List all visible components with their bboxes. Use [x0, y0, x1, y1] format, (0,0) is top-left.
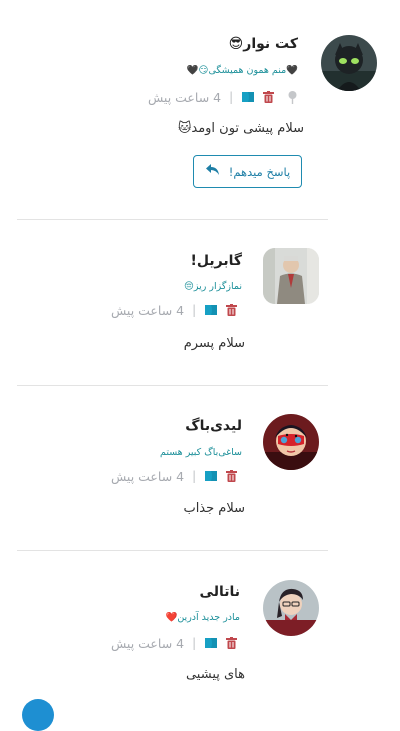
- username[interactable]: ناتالی: [200, 584, 240, 600]
- comment-meta: 4 ساعت پیش |: [111, 302, 238, 318]
- comment-meta: 4 ساعت پیش |: [111, 468, 238, 484]
- flag-icon[interactable]: [204, 637, 218, 649]
- reply-arrow-icon: [205, 163, 221, 180]
- reply-button[interactable]: پاسخ میدهم!: [193, 155, 302, 188]
- pin-icon[interactable]: [288, 90, 297, 104]
- flag-icon[interactable]: [204, 470, 218, 482]
- avatar[interactable]: [263, 414, 319, 470]
- comment-item: گابریل! نمازگزار ریز😔 4 ساعت پیش | سلام …: [0, 220, 400, 385]
- comment-time: 4 ساعت پیش: [148, 89, 222, 105]
- avatar[interactable]: [321, 35, 377, 91]
- user-status: 🖤منم همون همیشگی😏🖤: [186, 65, 298, 76]
- comment-text: سلام پسرم: [183, 336, 245, 351]
- avatar[interactable]: [263, 580, 319, 636]
- reply-button-label: پاسخ میدهم!: [228, 164, 291, 179]
- comment-meta: 4 ساعت پیش |: [111, 635, 238, 651]
- username[interactable]: لیدی‌باگ: [185, 418, 242, 434]
- trash-icon[interactable]: [226, 470, 238, 482]
- comment-time: 4 ساعت پیش: [111, 635, 185, 651]
- meta-separator: |: [192, 303, 197, 317]
- username[interactable]: گابریل!: [190, 253, 242, 269]
- trash-icon[interactable]: [226, 637, 238, 649]
- comment-item: لیدی‌باگ ساغی‌باگ کبیر هستم 4 ساعت پیش |…: [0, 386, 400, 550]
- comment-time: 4 ساعت پیش: [111, 468, 185, 484]
- comment-text: سلام پیشی تون اومد🐱: [177, 121, 304, 136]
- meta-separator: |: [192, 469, 197, 483]
- meta-separator: |: [192, 636, 197, 650]
- user-status: مادر جدید آدرین❤️: [165, 612, 241, 623]
- comment-item: کت نوار😎 🖤منم همون همیشگی😏🖤 4 ساعت پیش |…: [0, 0, 400, 220]
- floating-action-button[interactable]: [22, 699, 54, 731]
- flag-icon[interactable]: [241, 91, 255, 103]
- meta-separator: |: [229, 90, 234, 104]
- user-status: ساغی‌باگ کبیر هستم: [160, 447, 242, 458]
- comment-item: ناتالی مادر جدید آدرین❤️ 4 ساعت پیش | ها…: [0, 551, 400, 706]
- comment-text: های پیشیی: [185, 667, 245, 682]
- trash-icon[interactable]: [226, 304, 238, 316]
- comment-text: سلام جذاب: [183, 501, 245, 516]
- avatar[interactable]: [263, 248, 319, 304]
- comment-meta: 4 ساعت پیش |: [148, 89, 297, 105]
- flag-icon[interactable]: [204, 304, 218, 316]
- username[interactable]: کت نوار😎: [229, 36, 298, 52]
- user-status: نمازگزار ریز😔: [183, 281, 242, 292]
- comment-time: 4 ساعت پیش: [111, 302, 185, 318]
- trash-icon[interactable]: [263, 91, 275, 103]
